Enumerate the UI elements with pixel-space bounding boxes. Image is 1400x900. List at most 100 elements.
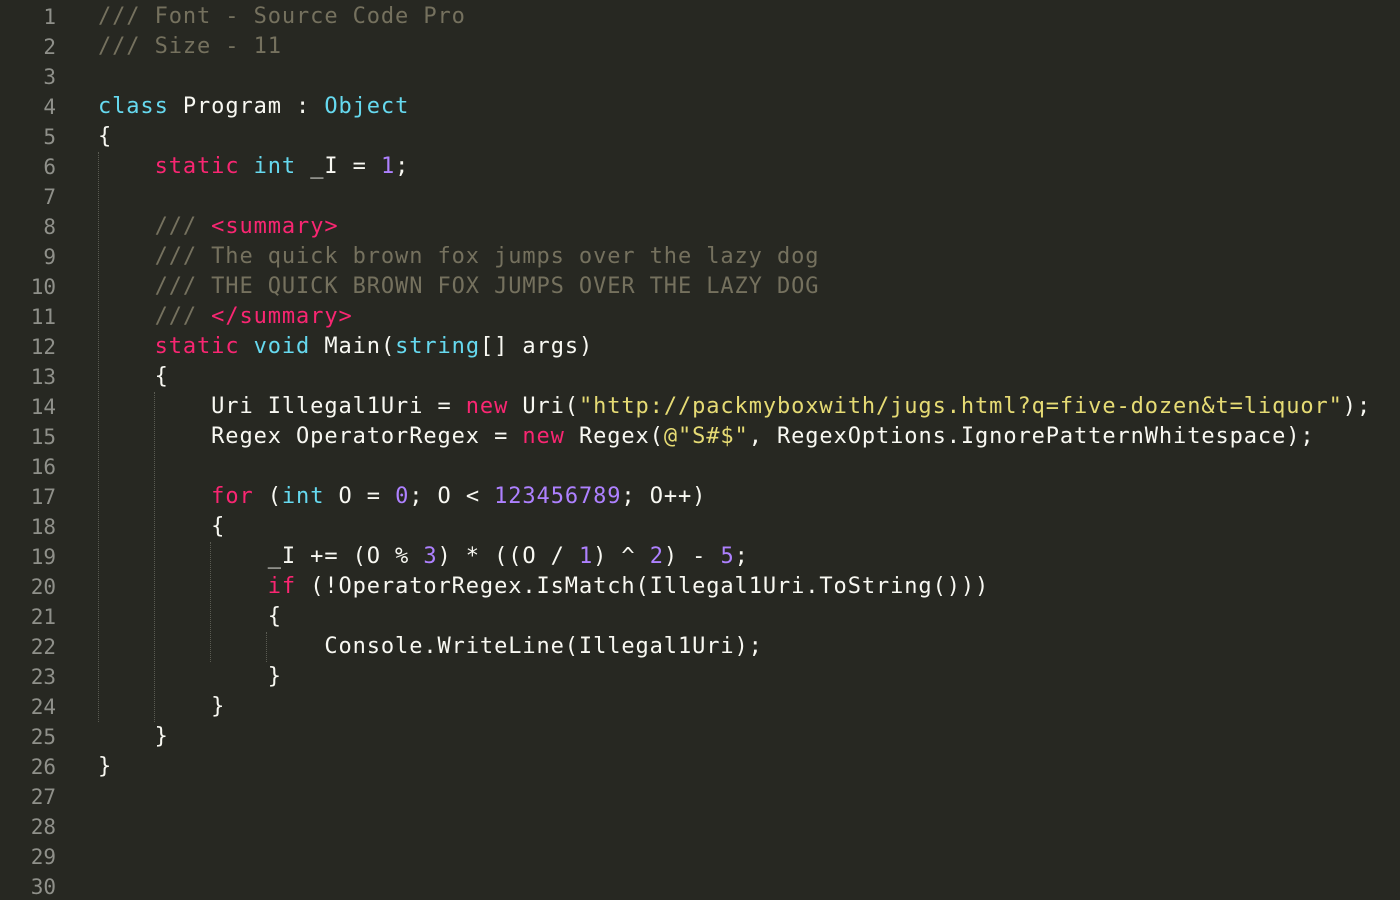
code-token: int	[281, 484, 325, 509]
code-line[interactable]: }	[98, 722, 169, 752]
code-token: @"S#$"	[663, 424, 749, 449]
line-number: 18	[30, 515, 56, 539]
line-number: 9	[43, 245, 56, 269]
code-token: 1	[578, 544, 594, 569]
code-token: _I += (O %	[98, 544, 424, 569]
line-number: 20	[30, 575, 56, 599]
code-token: (!OperatorRegex.IsMatch(Illegal1Uri.ToSt…	[296, 574, 990, 599]
code-token: new	[465, 394, 509, 419]
code-token: class	[98, 94, 169, 119]
code-token: new	[522, 424, 565, 449]
code-token: }	[98, 724, 169, 749]
line-number: 6	[43, 155, 56, 179]
code-token: for	[211, 484, 254, 509]
code-line[interactable]: /// <summary>	[98, 212, 338, 242]
code-line[interactable]: {	[98, 602, 282, 632]
line-number: 3	[43, 65, 56, 89]
code-token: Regex OperatorRegex =	[98, 424, 523, 449]
code-token: /// Font - Source Code Pro	[98, 4, 466, 29]
code-line[interactable]: Regex OperatorRegex = new Regex(@"S#$", …	[98, 422, 1315, 452]
line-number: 29	[30, 845, 56, 869]
line-number: 14	[30, 395, 56, 419]
code-token: }	[98, 694, 226, 719]
line-number: 8	[43, 215, 56, 239]
code-token: {	[98, 514, 226, 539]
code-token: static	[154, 154, 240, 179]
code-token: int	[253, 154, 297, 179]
code-token: [] args)	[479, 334, 594, 359]
code-token: _I =	[296, 154, 381, 179]
code-line[interactable]: Uri Illegal1Uri = new Uri("http://packmy…	[98, 392, 1371, 422]
code-token: {	[98, 604, 282, 629]
code-token: , RegexOptions.IgnorePatternWhitespace);	[748, 424, 1315, 449]
code-token: ; O++)	[621, 484, 707, 509]
code-line[interactable]: /// Size - 11	[98, 32, 282, 62]
code-token: /// The quick brown fox jumps over the l…	[98, 244, 820, 269]
code-line[interactable]: class Program : Object	[98, 92, 409, 122]
code-token: ;	[734, 544, 749, 569]
line-number: 1	[43, 5, 56, 29]
code-line[interactable]: /// </summary>	[98, 302, 353, 332]
code-line[interactable]: }	[98, 662, 282, 692]
line-number: 25	[30, 725, 56, 749]
indent-guide	[210, 542, 211, 662]
code-token: ) -	[663, 544, 721, 569]
code-token: Program :	[168, 94, 325, 119]
line-number: 10	[30, 275, 56, 299]
code-line[interactable]: {	[98, 122, 112, 152]
code-line[interactable]: /// The quick brown fox jumps over the l…	[98, 242, 819, 272]
line-number: 5	[43, 125, 56, 149]
code-token: <summary>	[211, 214, 339, 239]
code-line[interactable]: /// Font - Source Code Pro	[98, 2, 466, 32]
line-number: 15	[30, 425, 56, 449]
line-number: 19	[30, 545, 56, 569]
line-number: 11	[30, 305, 56, 329]
code-line[interactable]: Console.WriteLine(Illegal1Uri);	[98, 632, 763, 662]
line-number: 27	[30, 785, 56, 809]
code-token: 0	[395, 484, 410, 509]
code-line[interactable]: {	[98, 362, 169, 392]
code-line[interactable]: _I += (O % 3) * ((O / 1) ^ 2) - 5;	[98, 542, 749, 572]
code-token: Object	[324, 94, 410, 119]
code-token: ; O <	[409, 484, 495, 509]
line-number: 24	[30, 695, 56, 719]
code-token: ) * ((O /	[437, 544, 579, 569]
line-number: 28	[30, 815, 56, 839]
code-line[interactable]: }	[98, 692, 225, 722]
line-number: 2	[43, 35, 56, 59]
code-token: </summary>	[211, 304, 353, 329]
code-line[interactable]: /// THE QUICK BROWN FOX JUMPS OVER THE L…	[98, 272, 819, 302]
code-line[interactable]: static void Main(string[] args)	[98, 332, 593, 362]
code-line[interactable]: }	[98, 752, 112, 782]
code-token: /// THE QUICK BROWN FOX JUMPS OVER THE L…	[98, 274, 820, 299]
code-token: 3	[423, 544, 438, 569]
code-token: }	[98, 664, 282, 689]
code-token: 1	[380, 154, 396, 179]
code-line[interactable]: {	[98, 512, 225, 542]
code-token: void	[253, 334, 311, 359]
code-token: string	[395, 334, 480, 359]
code-editor[interactable]: 1 2 3 4 5 6 7 8 9 10 11 12 13 14 15 16 17 18 19 20 21 22 23 24 2…	[0, 0, 1400, 900]
code-token: "http://packmyboxwith/jugs.html?q=five-d…	[578, 394, 1343, 419]
line-number: 12	[30, 335, 56, 359]
line-number: 23	[30, 665, 56, 689]
code-token: Uri(	[508, 394, 579, 419]
code-line[interactable]: if (!OperatorRegex.IsMatch(Illegal1Uri.T…	[98, 572, 989, 602]
line-number: 22	[30, 635, 56, 659]
code-token: Regex(	[564, 424, 664, 449]
code-line[interactable]: static int _I = 1;	[98, 152, 409, 182]
code-token: );	[1342, 394, 1372, 419]
line-number: 26	[30, 755, 56, 779]
code-token: ///	[98, 214, 212, 239]
code-token: if	[267, 574, 297, 599]
line-number: 16	[30, 455, 56, 479]
code-token: }	[98, 754, 113, 779]
code-line[interactable]: for (int O = 0; O < 123456789; O++)	[98, 482, 706, 512]
code-token: {	[98, 124, 113, 149]
code-token: /// Size - 11	[98, 34, 282, 59]
